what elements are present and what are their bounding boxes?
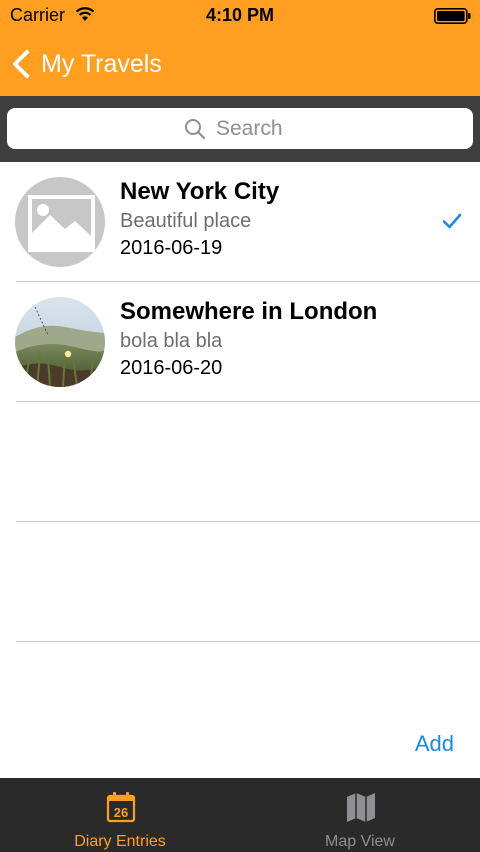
back-button[interactable]: My Travels: [10, 46, 162, 82]
diary-list: New York City Beautiful place 2016-06-19: [0, 162, 480, 642]
status-bar: Carrier 4:10 PM: [0, 0, 480, 32]
tab-diary-entries[interactable]: 26 Diary Entries: [0, 778, 240, 852]
checkmark-icon: [442, 213, 462, 229]
search-input[interactable]: [216, 116, 296, 141]
battery-icon: [434, 8, 471, 24]
tab-label: Diary Entries: [74, 833, 166, 850]
calendar-icon: 26: [106, 792, 136, 823]
empty-row: [16, 522, 480, 642]
entry-date: 2016-06-19: [120, 237, 223, 259]
entry-title: New York City: [120, 178, 280, 205]
calendar-day: 26: [114, 805, 128, 820]
tab-map-view[interactable]: Map View: [240, 778, 480, 852]
map-icon: [347, 793, 375, 822]
add-button[interactable]: Add: [415, 731, 454, 757]
status-time: 4:10 PM: [205, 5, 275, 25]
back-label: My Travels: [41, 49, 162, 78]
list-item[interactable]: New York City Beautiful place 2016-06-19: [15, 162, 480, 282]
tab-label: Map View: [325, 833, 395, 850]
nav-bar: My Travels: [0, 32, 480, 96]
search-field[interactable]: [7, 108, 473, 149]
header: Carrier 4:10 PM My Travels: [0, 0, 480, 96]
search-bar: [0, 96, 480, 162]
search-icon: [185, 118, 206, 139]
tab-bar: 26 Diary Entries Map View: [0, 778, 480, 852]
entry-subtitle: Beautiful place: [120, 210, 252, 232]
placeholder-image-icon: [15, 177, 105, 267]
entry-photo: [15, 297, 105, 387]
entry-date: 2016-06-20: [120, 357, 223, 379]
chevron-left-icon: [13, 50, 29, 78]
entry-subtitle: bola bla bla: [120, 330, 223, 352]
list-item[interactable]: Somewhere in London bola bla bla 2016-06…: [15, 282, 480, 402]
empty-row: [16, 402, 480, 522]
entry-title: Somewhere in London: [120, 298, 378, 325]
